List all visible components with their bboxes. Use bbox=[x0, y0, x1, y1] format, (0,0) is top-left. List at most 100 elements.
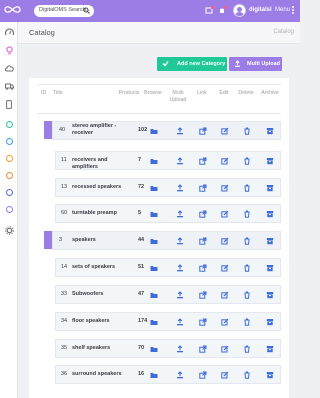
external-link-icon[interactable] bbox=[199, 157, 207, 165]
edit-icon[interactable] bbox=[221, 237, 229, 245]
sidebar-item-orange[interactable] bbox=[4, 153, 14, 163]
sidebar-item-dashboard[interactable] bbox=[4, 27, 14, 37]
upload-icon[interactable] bbox=[176, 291, 184, 299]
col-edit[interactable]: Edit bbox=[214, 90, 234, 97]
edit-icon[interactable] bbox=[221, 264, 229, 272]
folder-icon[interactable] bbox=[150, 237, 158, 245]
folder-icon[interactable] bbox=[150, 264, 158, 272]
multi-upload-button[interactable]: Multi Upload bbox=[229, 57, 282, 71]
notification-cart-icon[interactable] bbox=[205, 6, 214, 15]
archive-icon[interactable] bbox=[266, 237, 274, 245]
category-row-child[interactable]: 36 surround speakers 16 bbox=[55, 365, 281, 384]
archive-icon[interactable] bbox=[266, 157, 274, 165]
archive-icon[interactable] bbox=[266, 318, 274, 326]
col-title[interactable]: Title bbox=[53, 90, 63, 97]
expand-marker[interactable] bbox=[44, 231, 52, 249]
menu-label[interactable]: Menu bbox=[275, 7, 290, 13]
upload-icon[interactable] bbox=[176, 184, 184, 192]
breadcrumb[interactable]: Catalog bbox=[273, 29, 294, 35]
col-archive[interactable]: Archive bbox=[259, 90, 281, 97]
external-link-icon[interactable] bbox=[199, 371, 207, 379]
col-browse[interactable]: Browse bbox=[142, 90, 164, 97]
edit-icon[interactable] bbox=[221, 184, 229, 192]
expand-marker[interactable] bbox=[44, 121, 52, 139]
edit-icon[interactable] bbox=[221, 157, 229, 165]
category-row-parent[interactable]: 40 stereo amplifier - receiver 102 bbox=[52, 121, 281, 140]
sidebar-item-delivery[interactable] bbox=[4, 81, 14, 91]
external-link-icon[interactable] bbox=[199, 237, 207, 245]
folder-icon[interactable] bbox=[150, 157, 158, 165]
user-name[interactable]: digitalsl bbox=[249, 7, 272, 13]
archive-icon[interactable] bbox=[266, 291, 274, 299]
category-row-child[interactable]: 33 Subwoofers 47 bbox=[55, 285, 281, 304]
archive-icon[interactable] bbox=[266, 345, 274, 353]
edit-icon[interactable] bbox=[221, 127, 229, 135]
folder-icon[interactable] bbox=[150, 345, 158, 353]
external-link-icon[interactable] bbox=[199, 264, 207, 272]
edit-icon[interactable] bbox=[221, 210, 229, 218]
archive-icon[interactable] bbox=[266, 127, 274, 135]
external-link-icon[interactable] bbox=[199, 127, 207, 135]
sidebar-item-indigo[interactable] bbox=[4, 187, 14, 197]
upload-icon[interactable] bbox=[176, 210, 184, 218]
trash-icon[interactable] bbox=[243, 345, 251, 353]
sidebar-item-blue[interactable] bbox=[4, 136, 14, 146]
category-row-child[interactable]: 60 turntable preamp 5 bbox=[55, 204, 281, 223]
sidebar-item-purple[interactable] bbox=[4, 204, 14, 214]
folder-icon[interactable] bbox=[150, 318, 158, 326]
sidebar-item-green[interactable] bbox=[4, 119, 14, 129]
search-icon[interactable] bbox=[83, 7, 90, 14]
avatar[interactable] bbox=[233, 4, 246, 17]
external-link-icon[interactable] bbox=[199, 210, 207, 218]
folder-icon[interactable] bbox=[150, 210, 158, 218]
category-row-child[interactable]: 11 receivers and amplifiers 7 bbox=[55, 151, 281, 170]
trash-icon[interactable] bbox=[243, 291, 251, 299]
upload-icon[interactable] bbox=[176, 237, 184, 245]
col-products[interactable]: Products bbox=[117, 90, 141, 97]
notification-bell-icon[interactable] bbox=[218, 6, 227, 15]
category-row-child[interactable]: 14 sets of speakers 51 bbox=[55, 258, 281, 277]
external-link-icon[interactable] bbox=[199, 184, 207, 192]
trash-icon[interactable] bbox=[243, 264, 251, 272]
search-input[interactable]: DigitalOMS Search... bbox=[34, 5, 94, 17]
add-category-button[interactable]: Add new Category bbox=[157, 57, 227, 71]
upload-icon[interactable] bbox=[176, 264, 184, 272]
trash-icon[interactable] bbox=[243, 371, 251, 379]
folder-icon[interactable] bbox=[150, 291, 158, 299]
archive-icon[interactable] bbox=[266, 371, 274, 379]
upload-icon[interactable] bbox=[176, 371, 184, 379]
external-link-icon[interactable] bbox=[199, 291, 207, 299]
edit-icon[interactable] bbox=[221, 371, 229, 379]
external-link-icon[interactable] bbox=[199, 345, 207, 353]
upload-icon[interactable] bbox=[176, 318, 184, 326]
category-row-parent[interactable]: 3 speakers 44 bbox=[52, 231, 281, 250]
folder-icon[interactable] bbox=[150, 184, 158, 192]
col-delete[interactable]: Delete bbox=[235, 90, 257, 97]
trash-icon[interactable] bbox=[243, 184, 251, 192]
archive-icon[interactable] bbox=[266, 264, 274, 272]
sidebar-item-settings[interactable] bbox=[4, 225, 14, 235]
menu-dots-icon[interactable] bbox=[292, 6, 294, 15]
edit-icon[interactable] bbox=[221, 345, 229, 353]
archive-icon[interactable] bbox=[266, 210, 274, 218]
upload-icon[interactable] bbox=[176, 157, 184, 165]
category-row-child[interactable]: 13 recessed speakers 72 bbox=[55, 178, 281, 197]
edit-icon[interactable] bbox=[221, 291, 229, 299]
trash-icon[interactable] bbox=[243, 157, 251, 165]
trash-icon[interactable] bbox=[243, 127, 251, 135]
upload-icon[interactable] bbox=[176, 345, 184, 353]
sidebar-item-mobile[interactable] bbox=[4, 99, 14, 109]
logo-icon[interactable] bbox=[4, 5, 21, 14]
sidebar-item-ideas[interactable] bbox=[4, 45, 14, 55]
category-row-child[interactable]: 34 floor speakers 174 bbox=[55, 312, 281, 331]
sidebar-item-cloud[interactable] bbox=[4, 63, 14, 73]
trash-icon[interactable] bbox=[243, 318, 251, 326]
sidebar-item-orange-2[interactable] bbox=[4, 170, 14, 180]
col-multi-upload[interactable]: Multi Upload bbox=[167, 90, 189, 103]
edit-icon[interactable] bbox=[221, 318, 229, 326]
trash-icon[interactable] bbox=[243, 237, 251, 245]
folder-icon[interactable] bbox=[150, 127, 158, 135]
archive-icon[interactable] bbox=[266, 184, 274, 192]
external-link-icon[interactable] bbox=[199, 318, 207, 326]
folder-icon[interactable] bbox=[150, 371, 158, 379]
